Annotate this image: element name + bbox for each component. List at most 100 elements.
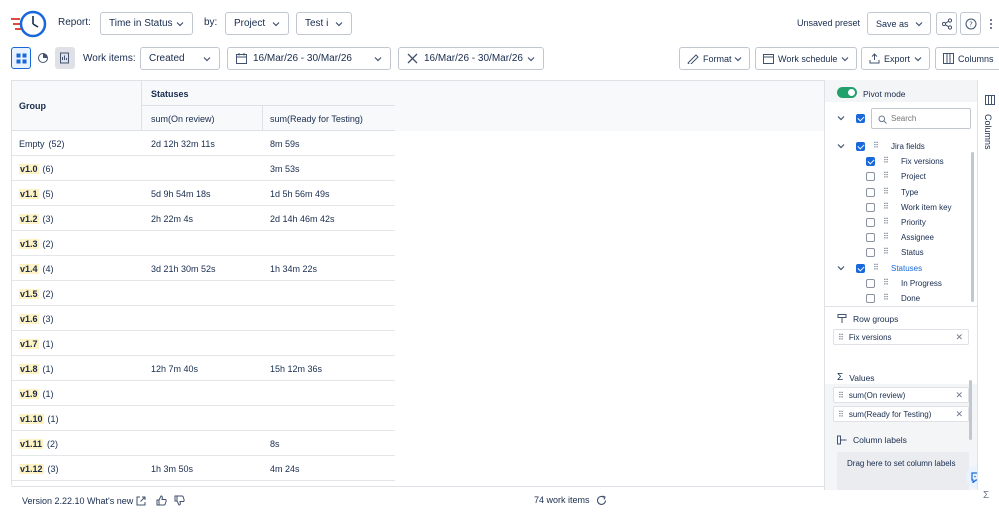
ready-for-testing-cell: 15h 12m 36s	[270, 363, 323, 374]
column-search-box[interactable]	[871, 108, 971, 129]
table-row[interactable]: v1.3 (2)	[12, 231, 395, 256]
chevron-down-icon	[914, 57, 922, 62]
column-checkbox[interactable]	[856, 263, 865, 273]
table-row[interactable]: v1.9 (1)	[12, 381, 395, 406]
chart-view-button[interactable]	[33, 47, 53, 69]
work-items-dropdown[interactable]: Created	[140, 47, 220, 70]
thumbs-up-icon[interactable]	[156, 495, 167, 506]
value-pill[interactable]: ⠿ sum(Ready for Testing) ✕	[833, 406, 969, 422]
group-cell: v1.3 (2)	[19, 231, 54, 256]
work-schedule-button[interactable]: Work schedule	[755, 47, 857, 70]
drag-handle-icon[interactable]: ⠿	[838, 410, 844, 419]
export-button[interactable]: Export	[861, 47, 930, 70]
column-checkbox[interactable]	[866, 294, 875, 303]
drag-handle-icon[interactable]: ⠿	[883, 202, 889, 211]
date-range-picker[interactable]: 16/Mar/26 - 30/Mar/26	[227, 47, 391, 70]
pivot-mode-toggle[interactable]	[837, 87, 857, 98]
table-row[interactable]: v1.7 (1)	[12, 331, 395, 356]
group-count: (1)	[47, 413, 59, 424]
ready-for-testing-column-header[interactable]: sum(Ready for Testing)	[270, 106, 363, 131]
group-count: (52)	[48, 138, 65, 149]
table-row[interactable]: v1.4 (4) 3d 21h 30m 52s 1h 34m 22s	[12, 256, 395, 281]
select-all-checkbox[interactable]	[856, 114, 865, 123]
table-row[interactable]: v1.1 (5) 5d 9h 54m 18s 1d 5h 56m 49s	[12, 181, 395, 206]
scrollbar[interactable]	[969, 380, 972, 440]
columns-button[interactable]: Columns	[935, 47, 999, 70]
column-checkbox[interactable]	[866, 172, 875, 182]
report-dropdown[interactable]: Time in Status	[100, 12, 193, 35]
column-checkbox[interactable]	[866, 278, 875, 288]
statuses-column-header[interactable]: Statuses	[151, 81, 189, 106]
table-row[interactable]: v1.6 (3)	[12, 306, 395, 331]
column-checkbox[interactable]	[866, 218, 875, 227]
table-row[interactable]: v1.0 (6) 3m 53s	[12, 156, 395, 181]
drag-handle-icon[interactable]: ⠿	[883, 217, 889, 226]
values-title: Values	[849, 372, 875, 383]
on-review-column-header[interactable]: sum(On review)	[151, 106, 215, 131]
external-link-icon[interactable]	[136, 496, 146, 506]
column-checkbox[interactable]	[866, 248, 875, 258]
column-checkbox[interactable]	[866, 157, 875, 167]
report-view-button[interactable]	[55, 47, 75, 69]
chevron-down-icon	[915, 22, 923, 27]
chevron-down-icon	[272, 22, 280, 27]
drag-handle-icon[interactable]: ⠿	[883, 247, 889, 256]
project-filter-dropdown[interactable]: Test i	[296, 12, 352, 35]
table-row[interactable]: v1.12 (3) 1h 3m 50s 4m 24s	[12, 456, 395, 481]
save-as-button[interactable]: Save as	[867, 12, 931, 35]
column-search-input[interactable]	[891, 112, 967, 125]
by-dropdown[interactable]: Project	[225, 12, 289, 35]
drag-handle-icon[interactable]: ⠿	[883, 232, 889, 241]
chevron-down-icon[interactable]	[837, 142, 845, 150]
drag-handle-icon[interactable]: ⠿	[883, 278, 889, 287]
chevron-down-icon[interactable]	[837, 264, 845, 272]
share-button[interactable]	[936, 12, 957, 35]
column-checkbox[interactable]	[866, 233, 875, 243]
column-checkbox[interactable]	[866, 202, 875, 212]
period-range-picker[interactable]: 16/Mar/26 - 30/Mar/26	[398, 47, 544, 70]
remove-icon[interactable]: ✕	[955, 332, 963, 343]
column-checkbox[interactable]	[856, 142, 865, 151]
group-count: (3)	[47, 463, 59, 474]
remove-icon[interactable]: ✕	[955, 409, 963, 420]
group-name: v1.12	[19, 463, 44, 474]
columns-side-tab[interactable]: Columns Σ	[977, 80, 999, 501]
chevron-down-icon[interactable]	[837, 114, 845, 122]
drag-handle-icon[interactable]: ⠿	[873, 141, 879, 150]
more-menu-button[interactable]	[984, 12, 998, 35]
drag-handle-icon[interactable]: ⠿	[883, 156, 889, 165]
refresh-icon[interactable]	[596, 495, 607, 506]
help-button[interactable]: ?	[960, 12, 981, 35]
drag-handle-icon[interactable]: ⠿	[838, 391, 844, 400]
share-icon	[941, 17, 952, 30]
column-labels-drop-zone[interactable]: Drag here to set column labels	[837, 452, 969, 490]
table-row[interactable]: v1.2 (3) 2h 22m 4s 2d 14h 46m 42s	[12, 206, 395, 231]
drag-handle-icon[interactable]: ⠿	[883, 171, 889, 180]
group-column-header[interactable]: Group	[19, 93, 46, 118]
pivot-mode-label: Pivot mode	[863, 89, 906, 99]
table-row[interactable]: Empty (52) 2d 12h 32m 11s 8m 59s	[12, 131, 395, 156]
drag-handle-icon[interactable]: ⠿	[838, 333, 844, 342]
on-review-cell: 3d 21h 30m 52s	[151, 263, 216, 274]
column-tree-label: In Progress	[901, 278, 942, 288]
value-pill[interactable]: ⠿ sum(On review) ✕	[833, 387, 969, 403]
thumbs-down-icon[interactable]	[174, 495, 185, 506]
group-name: v1.2	[19, 213, 39, 224]
scrollbar[interactable]	[971, 152, 974, 302]
table-row[interactable]: v1.10 (1)	[12, 406, 395, 431]
column-checkbox[interactable]	[866, 187, 875, 197]
drag-handle-icon[interactable]: ⠿	[883, 187, 889, 196]
table-row[interactable]: v1.8 (1) 12h 7m 40s 15h 12m 36s	[12, 356, 395, 381]
pie-chart-icon	[38, 53, 48, 63]
drag-handle-icon[interactable]: ⠿	[873, 263, 879, 272]
format-button[interactable]: Format	[679, 47, 750, 70]
grid-header	[12, 81, 824, 131]
remove-icon[interactable]: ✕	[955, 390, 963, 401]
group-name: v1.1	[19, 188, 39, 199]
table-row[interactable]: v1.5 (2)	[12, 281, 395, 306]
drag-handle-icon[interactable]: ⠿	[883, 293, 889, 302]
version-text[interactable]: Version 2.22.10 What's new	[22, 496, 133, 506]
table-row[interactable]: v1.11 (2) 8s	[12, 431, 395, 456]
pivot-view-button[interactable]	[11, 47, 31, 69]
row-group-pill[interactable]: ⠿ Fix versions ✕	[833, 329, 969, 345]
